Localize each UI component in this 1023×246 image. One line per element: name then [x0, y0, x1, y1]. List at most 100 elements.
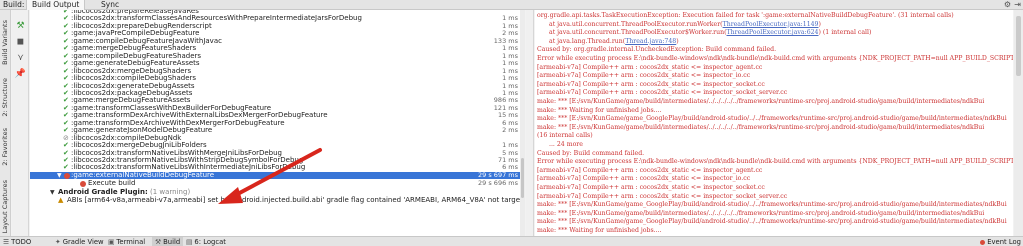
layout-captures-tab[interactable]: Layout Captures — [1, 180, 10, 233]
console-line-text: Error while executing process E:\ndk-bun… — [537, 158, 1013, 166]
table-row-selected[interactable]: ▼ :game:externalNativeBuildDebugFeature 29… — [30, 170, 520, 180]
console-line: make: *** [E:/svn/KunGame/game_GooglePla… — [537, 218, 1007, 226]
console-line: at java.util.concurrent.ThreadPoolExecut… — [549, 29, 872, 37]
left-tool-strip: Build Variants 2: Structure 2: Favorites… — [0, 10, 11, 236]
tab-build-output[interactable]: Build Output — [26, 0, 86, 10]
console-line: [armeabi-v7a] Compile++ arm : cocos2dx_s… — [537, 175, 750, 183]
console-line-text: [armeabi-v7a] Compile++ arm : cocos2dx_s… — [537, 192, 788, 200]
stack-trace-link[interactable]: ThreadPoolExecutor.java:624 — [727, 29, 819, 36]
console-line: [armeabi-v7a] Compile++ arm : cocos2dx_s… — [537, 89, 787, 97]
console-line: [armeabi-v7a] Compile++ arm : cocos2dx_s… — [537, 64, 762, 72]
build-tab[interactable]: ⚒ Build — [152, 237, 184, 246]
console-line-text: [armeabi-v7a] Compile++ arm : cocos2dx_s… — [537, 184, 765, 191]
build-toolbar: ⚒ ◼ ⋎ 📌 — [12, 10, 29, 236]
console-line: make: *** [E:/svn/KunGame/game/build/int… — [537, 98, 984, 106]
stack-trace-link[interactable]: ThreadPoolExecutor.java:1149 — [723, 21, 819, 28]
console-line-text: (16 internal calls) — [537, 132, 593, 140]
build-label: Build — [163, 238, 181, 246]
error-icon — [64, 172, 70, 179]
task-name: :game:externalNativeBuildDebugFeature — [71, 170, 215, 179]
console-line-text: make: *** [E:/svn/KunGame/game/build/int… — [537, 123, 985, 131]
console-line-text: make: *** Waiting for unfinished jobs...… — [537, 106, 662, 114]
console-line: at java.lang.Thread.run(Thread.java:748) — [549, 37, 679, 45]
hammer-icon[interactable]: ⚒ — [14, 20, 27, 32]
console-line: at java.util.concurrent.ThreadPoolExecut… — [549, 20, 821, 28]
console-line-text: at java.lang.Thread.run — [549, 37, 623, 45]
console-line-text: at java.util.concurrent.ThreadPoolExecut… — [549, 20, 721, 28]
console-line: Caused by: Build command failed. — [537, 150, 644, 158]
task-name: Execute build — [88, 179, 136, 188]
task-duration: 29 s 696 ms — [478, 179, 518, 188]
event-log-tab[interactable]: Event Log — [980, 237, 1021, 246]
console-line: [armeabi-v7a] Compile++ arm : cocos2dx_s… — [537, 167, 762, 175]
internal-call-note[interactable]: (1 internal call) — [821, 29, 872, 36]
gradle-view-tab[interactable]: ✦ Gradle View — [55, 237, 104, 246]
expand-triangle-icon[interactable]: ▼ — [50, 189, 55, 196]
console-line-text: make: *** [E:/svn/KunGame/game/build/int… — [537, 209, 985, 217]
console-line-text: make: *** [E:/svn/KunGame/game_GooglePla… — [537, 218, 1007, 226]
hide-icon[interactable]: ⇥ — [1014, 0, 1021, 10]
todo-label: TODO — [11, 238, 32, 246]
filter-icon[interactable]: ⋎ — [14, 52, 27, 64]
task-duration: 2 ms — [502, 126, 518, 135]
console-line-text: make: *** [E:/svn/KunGame/game_GooglePla… — [537, 201, 1007, 209]
console-line-text: [armeabi-v7a] Compile++ arm : cocos2dx_s… — [537, 89, 788, 97]
task-duration: 29 s 697 ms — [478, 170, 518, 179]
console-line: (16 internal calls) — [537, 132, 593, 140]
console-line-text: [armeabi-v7a] Compile++ arm : cocos2dx_s… — [537, 166, 763, 174]
console-line: Caused by: org.gradle.internal.Unchecked… — [537, 46, 776, 54]
console-line-text: Error while executing process E:\ndk-bun… — [537, 55, 1013, 62]
gradle-view-label: Gradle View — [62, 238, 104, 246]
gear-icon[interactable]: ⚙ — [1004, 0, 1011, 10]
console-line: make: *** [E:/svn/KunGame/game/build/int… — [537, 210, 984, 218]
console-line: make: *** [E:/svn/KunGame/game/build/int… — [537, 124, 984, 132]
table-row[interactable]: ▲ ABIs [arm64-v8a,armeabi-v7a,armeabi] se… — [30, 196, 520, 205]
console-line-text: make: *** [E:/svn/KunGame/game/build/int… — [537, 98, 985, 105]
console-scrollbar[interactable] — [1014, 10, 1023, 236]
table-row[interactable]: ▼ Android Gradle Plugin: (1 warning) — [30, 187, 520, 196]
build-label: Build: — [3, 0, 25, 9]
pin-icon[interactable]: 📌 — [14, 68, 27, 80]
bottom-tool-bar: ☰ TODO ✦ Gradle View ▣ Terminal ⚒ Build ▤ 6: … — [0, 236, 1023, 246]
structure-tab[interactable]: 2: Structure — [1, 78, 10, 117]
console-line-text: [armeabi-v7a] Compile++ arm : cocos2dx_s… — [537, 72, 751, 80]
logcat-tab[interactable]: ▤ 6: Logcat — [186, 237, 226, 246]
console-line: make: *** [E:/svn/KunGame/game_GooglePla… — [537, 115, 1007, 123]
logcat-label: 6: Logcat — [194, 238, 226, 246]
console-line: ... 24 more — [549, 141, 583, 149]
console-line-text: at java.util.concurrent.ThreadPoolExecut… — [549, 29, 725, 37]
build-console: org.gradle.api.tasks.TaskExecutionExcept… — [535, 10, 1013, 236]
favorites-tab[interactable]: 2: Favorites — [1, 128, 10, 166]
console-line: [armeabi-v7a] Compile++ arm : cocos2dx_s… — [537, 184, 765, 192]
console-line-text: make: *** Waiting for unfinished jobs...… — [537, 227, 662, 234]
error-dot-icon — [980, 239, 986, 245]
terminal-label: Terminal — [116, 238, 146, 246]
console-line-text: [armeabi-v7a] Compile++ arm : cocos2dx_s… — [537, 175, 751, 183]
android-icon: ▤ — [186, 238, 193, 246]
tool-window-header: Build: Build Output Sync ⚙ ⇥ — [0, 0, 1023, 10]
build-variants-tab[interactable]: Build Variants — [1, 20, 10, 65]
console-line: make: *** Waiting for unfinished jobs...… — [537, 227, 662, 235]
warning-message: ABIs [arm64-v8a,armeabi-v7a,armeabi] set… — [67, 196, 520, 205]
tab-sync[interactable]: Sync — [101, 0, 119, 10]
gradle-icon: ✦ — [55, 238, 61, 246]
event-log-label: Event Log — [987, 238, 1021, 246]
console-line: [armeabi-v7a] Compile++ arm : cocos2dx_s… — [537, 193, 787, 201]
warning-count: (1 warning) — [150, 187, 191, 196]
warning-icon: ▲ — [58, 196, 64, 205]
expand-triangle-icon[interactable]: ▼ — [57, 172, 62, 179]
console-scrollbar-thumb[interactable] — [1016, 16, 1021, 76]
table-row[interactable]: Execute build 29 s 696 ms — [30, 179, 520, 188]
stack-trace-link[interactable]: Thread.java:748 — [625, 38, 676, 45]
console-line: Error while executing process E:\ndk-bun… — [537, 158, 1013, 166]
hammer-icon: ⚒ — [155, 238, 162, 246]
tree-scrollbar[interactable] — [520, 10, 525, 236]
console-line-text: ... 24 more — [549, 141, 583, 148]
tree-scrollbar-thumb[interactable] — [521, 158, 524, 198]
todo-tab[interactable]: ☰ TODO — [3, 237, 31, 246]
stop-icon[interactable]: ◼ — [14, 36, 27, 48]
terminal-tab[interactable]: ▣ Terminal — [108, 237, 145, 246]
console-line-text: Caused by: org.gradle.internal.Unchecked… — [537, 46, 777, 54]
console-line: [armeabi-v7a] Compile++ arm : cocos2dx_s… — [537, 72, 750, 80]
plugin-label: Android Gradle Plugin: — [58, 187, 148, 196]
